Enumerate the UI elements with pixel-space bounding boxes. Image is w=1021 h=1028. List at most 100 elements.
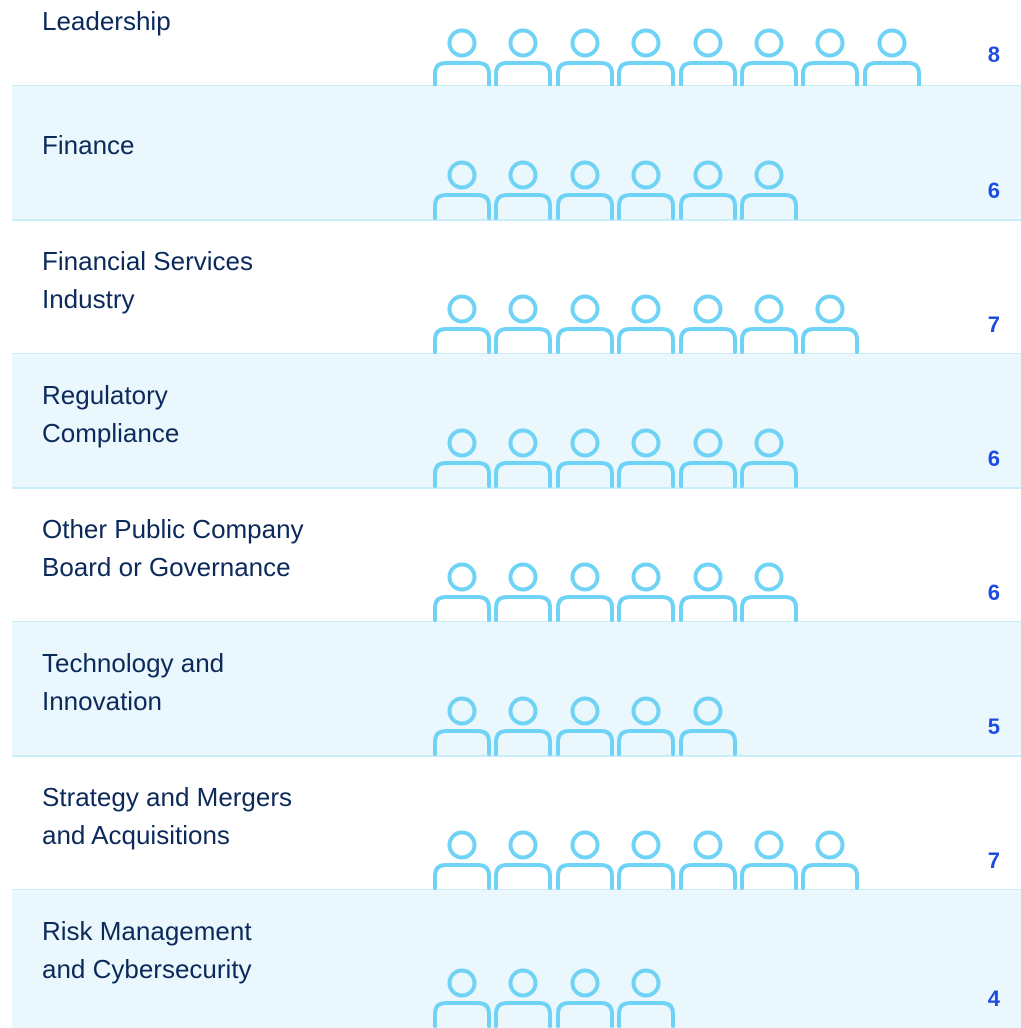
- row-divider: [12, 219, 1021, 221]
- person-body: [494, 1001, 553, 1028]
- person-head: [693, 428, 723, 458]
- person-head: [754, 428, 784, 458]
- person-head: [693, 562, 723, 592]
- person-body: [555, 863, 614, 890]
- person-body: [801, 863, 860, 890]
- person-body: [617, 327, 676, 354]
- person-body: [494, 193, 553, 220]
- person-head: [570, 968, 600, 998]
- person-icon: [555, 968, 614, 1028]
- person-body: [555, 729, 614, 756]
- person-icon: [740, 428, 798, 488]
- person-icon: [494, 968, 553, 1028]
- skill-count: 6: [987, 446, 1000, 471]
- skill-label: Regulatory Compliance: [42, 380, 180, 448]
- person-body: [801, 327, 860, 354]
- person-body: [433, 729, 491, 756]
- person-icon: [433, 294, 491, 354]
- row-divider: [12, 487, 1021, 489]
- person-body: [617, 595, 676, 622]
- person-icon: [555, 294, 614, 354]
- person-body: [494, 327, 553, 354]
- person-head: [447, 968, 477, 998]
- skill-count: 6: [987, 178, 1000, 203]
- person-head: [508, 28, 538, 58]
- person-body: [617, 461, 676, 488]
- person-body: [433, 595, 491, 622]
- person-icon: [433, 428, 491, 488]
- person-body: [433, 1001, 491, 1028]
- person-icon: [555, 428, 614, 488]
- person-head: [447, 294, 477, 324]
- person-body: [678, 327, 737, 354]
- person-head: [815, 294, 845, 324]
- person-head: [570, 830, 600, 860]
- person-icon: [433, 696, 491, 756]
- skill-label: Strategy and Mergers and Acquisitions: [42, 782, 293, 850]
- person-head: [447, 562, 477, 592]
- row-divider: [12, 755, 1021, 757]
- person-icon: [740, 28, 798, 88]
- person-body: [740, 61, 798, 88]
- person-head: [631, 428, 661, 458]
- person-head: [508, 562, 538, 592]
- person-body: [494, 863, 553, 890]
- person-icon: [494, 294, 553, 354]
- person-icon: [801, 830, 860, 890]
- person-head: [693, 28, 723, 58]
- person-head: [447, 696, 477, 726]
- person-icon: [740, 830, 798, 890]
- person-body: [740, 863, 798, 890]
- person-icon: [494, 562, 553, 622]
- person-body: [433, 461, 491, 488]
- skills-pictograph-chart: Leadership 8 Finance 6 Financial Services In…: [0, 0, 1021, 1028]
- person-body: [678, 61, 737, 88]
- skill-label: Financial Services Industry: [42, 246, 253, 314]
- person-head: [693, 160, 723, 190]
- person-icon: [617, 696, 676, 756]
- person-head: [631, 160, 661, 190]
- person-body: [678, 863, 737, 890]
- person-icon: [617, 562, 676, 622]
- person-icon: [678, 294, 737, 354]
- person-icon: [555, 696, 614, 756]
- person-icon: [617, 294, 676, 354]
- person-head: [508, 968, 538, 998]
- person-icon: [494, 696, 553, 756]
- person-head: [877, 28, 907, 58]
- person-icon: [740, 294, 798, 354]
- person-head: [754, 294, 784, 324]
- person-head: [631, 696, 661, 726]
- person-body: [433, 61, 491, 88]
- person-body: [494, 61, 553, 88]
- person-body: [740, 193, 798, 220]
- person-icon: [678, 830, 737, 890]
- person-head: [815, 830, 845, 860]
- person-head: [508, 696, 538, 726]
- person-body: [862, 61, 921, 88]
- person-head: [508, 294, 538, 324]
- skill-label: Technology and Innovation: [42, 648, 225, 716]
- person-icon: [494, 160, 553, 220]
- person-icon: [678, 28, 737, 88]
- skill-count: 4: [987, 986, 1000, 1011]
- skill-count: 5: [987, 714, 1000, 739]
- person-icon: [862, 28, 921, 88]
- person-icon: [617, 28, 676, 88]
- person-body: [678, 193, 737, 220]
- person-body: [433, 327, 491, 354]
- person-body: [678, 595, 737, 622]
- person-head: [570, 160, 600, 190]
- person-icon: [494, 830, 553, 890]
- person-body: [494, 729, 553, 756]
- person-head: [447, 830, 477, 860]
- skill-count: 6: [987, 580, 1000, 605]
- person-head: [447, 160, 477, 190]
- person-icon: [494, 428, 553, 488]
- person-head: [570, 428, 600, 458]
- person-head: [631, 562, 661, 592]
- person-body: [494, 461, 553, 488]
- skill-label: Risk Management and Cybersecurity: [42, 916, 252, 984]
- person-head: [631, 28, 661, 58]
- person-body: [801, 61, 860, 88]
